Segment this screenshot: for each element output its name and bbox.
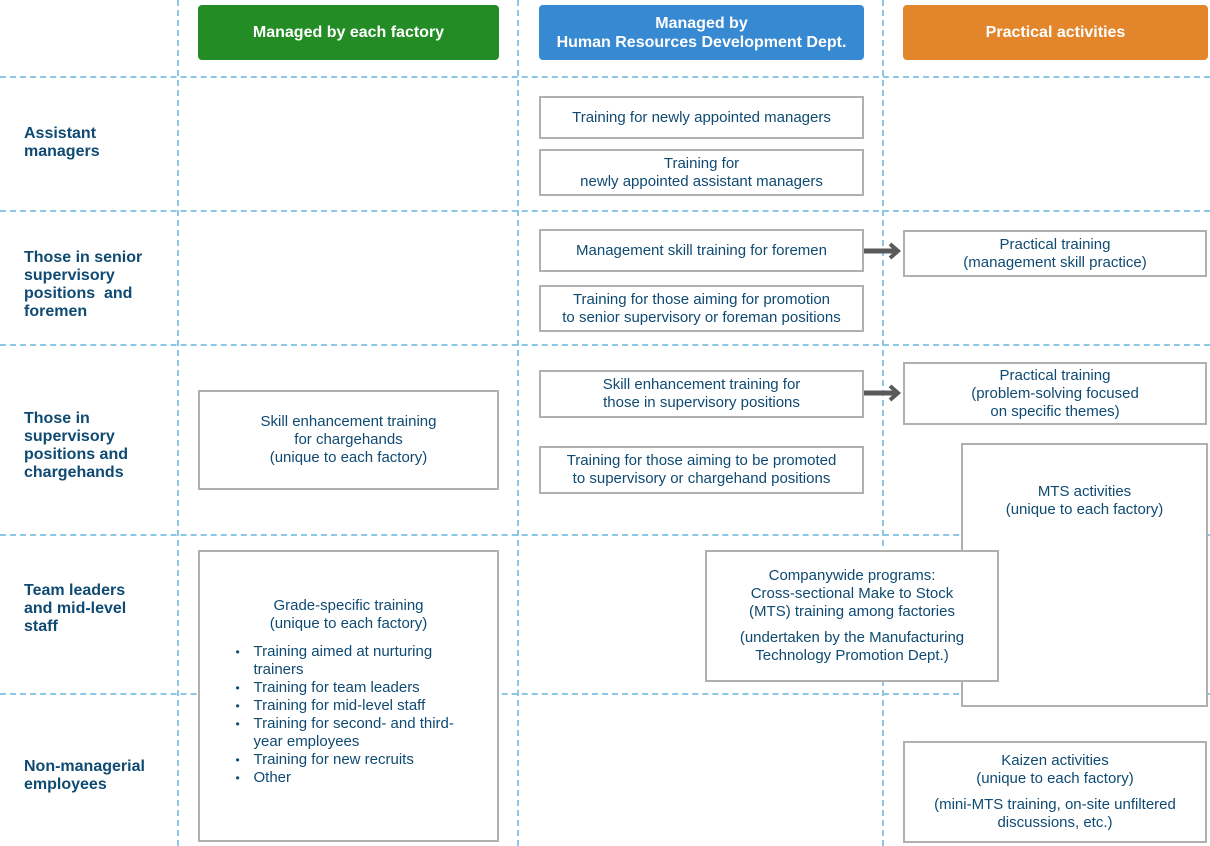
list-item: Training for mid-level staff	[234, 697, 464, 715]
box-note: (mini-MTS training, on-site unfiltered	[934, 796, 1176, 813]
row-label-line: positions and	[24, 446, 128, 463]
row-label-line: Non-managerial	[24, 758, 145, 775]
box-text: on specific themes)	[990, 402, 1120, 420]
box-note: Technology Promotion Dept.)	[755, 647, 949, 664]
row-divider	[0, 76, 1210, 78]
header-hrd: Managed by Human Resources Development D…	[539, 5, 864, 60]
header-practical-label: Practical activities	[985, 24, 1126, 41]
row-label-line: Assistant	[24, 125, 97, 142]
column-divider	[517, 0, 519, 846]
box-training-new-assistant-managers: Training for newly appointed assistant m…	[539, 149, 864, 196]
grade-specific-list: Training aimed at nurturing trainers Tra…	[234, 643, 464, 787]
box-title: (MTS) training among factories	[749, 603, 955, 620]
box-text: to senior supervisory or foreman positio…	[562, 308, 841, 326]
row-label-non-managerial: Non-managerial employees	[24, 758, 145, 794]
column-divider	[882, 0, 884, 846]
box-supervisory-skill-enhancement: Skill enhancement training for those in …	[539, 370, 864, 418]
row-divider	[0, 210, 1210, 212]
box-management-skill-foremen: Management skill training for foremen	[539, 229, 864, 272]
box-text: Training for those aiming to be promoted	[566, 452, 837, 469]
header-hrd-label-line2: Human Resources Development Dept.	[556, 33, 847, 51]
box-grade-specific-training: Grade-specific training (unique to each …	[198, 550, 499, 842]
box-title: (unique to each factory)	[269, 615, 428, 632]
row-label-line: positions and	[24, 285, 133, 302]
box-text: MTS activities	[1037, 483, 1132, 500]
box-text: Training for those aiming for promotion	[572, 290, 831, 308]
box-title: Kaizen activities	[1001, 752, 1109, 769]
box-text: (problem-solving focused	[971, 384, 1139, 402]
box-kaizen-activities: Kaizen activities (unique to each factor…	[903, 741, 1207, 843]
box-aiming-senior-supervisory: Training for those aiming for promotion …	[539, 285, 864, 332]
box-title: Grade-specific training	[273, 597, 424, 614]
box-text: newly appointed assistant managers	[580, 172, 823, 190]
row-label-line: managers	[24, 143, 100, 160]
row-label-team-leaders: Team leaders and mid-level staff	[24, 582, 126, 636]
list-item: Training aimed at nurturing trainers	[234, 643, 464, 679]
list-item: Other	[234, 769, 464, 787]
list-item: Training for team leaders	[234, 679, 464, 697]
box-text: Practical training	[999, 366, 1111, 384]
row-label-line: supervisory	[24, 267, 115, 284]
list-item: Training for new recruits	[234, 751, 464, 769]
row-label-line: and mid-level	[24, 600, 127, 617]
box-text: (unique to each factory)	[1005, 501, 1164, 518]
box-text: Training for newly appointed managers	[572, 108, 831, 126]
arrow-right-icon	[864, 242, 902, 260]
row-label-assistant-managers: Assistant managers	[24, 125, 100, 161]
arrow-right-icon	[864, 384, 902, 402]
box-text: (unique to each factory)	[269, 449, 428, 466]
box-practical-management-skill: Practical training (management skill pra…	[903, 230, 1207, 277]
box-chargehands-skill: Skill enhancement training for chargehan…	[198, 390, 499, 490]
box-title: Companywide programs:	[768, 567, 936, 584]
box-practical-problem-solving: Practical training (problem-solving focu…	[903, 362, 1207, 425]
box-text: those in supervisory positions	[603, 394, 800, 411]
box-aiming-supervisory: Training for those aiming to be promoted…	[539, 446, 864, 494]
row-label-line: Those in	[24, 410, 90, 427]
row-label-line: Those in senior	[24, 249, 143, 266]
box-training-new-managers: Training for newly appointed managers	[539, 96, 864, 139]
header-factory-label: Managed by each factory	[252, 24, 445, 41]
column-divider	[177, 0, 179, 846]
box-title: Cross-sectional Make to Stock	[750, 585, 954, 602]
box-text: to supervisory or chargehand positions	[572, 470, 831, 487]
box-text: for chargehands	[294, 431, 403, 448]
row-label-supervisory: Those in supervisory positions and charg…	[24, 410, 128, 482]
header-factory: Managed by each factory	[198, 5, 499, 60]
row-label-line: staff	[24, 618, 58, 635]
box-companywide-mts: Companywide programs: Cross-sectional Ma…	[705, 550, 999, 682]
row-label-line: employees	[24, 776, 107, 793]
row-label-line: foremen	[24, 303, 88, 320]
header-hrd-label-line1: Managed by	[655, 14, 748, 32]
box-text: Skill enhancement training for	[602, 376, 801, 393]
row-label-line: Team leaders	[24, 582, 126, 599]
list-item: Training for second- and third-year empl…	[234, 715, 464, 751]
box-text: Management skill training for foremen	[576, 241, 827, 259]
row-label-line: supervisory	[24, 428, 115, 445]
box-text: Skill enhancement training	[260, 413, 437, 430]
header-practical: Practical activities	[903, 5, 1208, 60]
box-text: (management skill practice)	[963, 253, 1147, 271]
box-title: (unique to each factory)	[976, 770, 1134, 787]
row-divider	[0, 344, 1210, 346]
row-label-line: chargehands	[24, 464, 124, 481]
box-text: Practical training	[999, 235, 1111, 253]
box-note: discussions, etc.)	[997, 814, 1113, 831]
row-label-senior-supervisory: Those in senior supervisory positions an…	[24, 249, 142, 321]
box-note: (undertaken by the Manufacturing	[739, 629, 965, 646]
box-text: Training for	[663, 154, 740, 172]
